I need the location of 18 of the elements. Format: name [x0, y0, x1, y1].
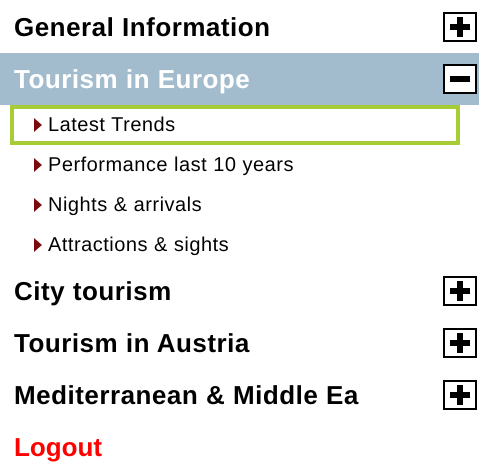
menu-header[interactable]: Tourism in Austria [0, 317, 479, 369]
bullet-icon [34, 118, 42, 132]
logout-link[interactable]: Logout [0, 421, 102, 473]
plus-icon[interactable] [443, 328, 477, 358]
plus-icon[interactable] [443, 276, 477, 306]
bullet-icon [34, 198, 42, 212]
menu-header[interactable]: City tourism [0, 265, 479, 317]
menu-header[interactable]: Mediterranean & Middle Ea [0, 369, 479, 421]
submenu-item[interactable]: Performance last 10 years [10, 145, 460, 185]
plus-icon[interactable] [443, 380, 477, 410]
submenu-item[interactable]: Nights & arrivals [10, 185, 460, 225]
plus-icon[interactable] [443, 12, 477, 42]
minus-icon[interactable] [443, 64, 477, 94]
bullet-icon [34, 238, 42, 252]
submenu-item[interactable]: Latest Trends [10, 105, 460, 145]
menu-header[interactable]: General Information [0, 1, 479, 53]
bullet-icon [34, 158, 42, 172]
submenu-item[interactable]: Attractions & sights [10, 225, 460, 265]
